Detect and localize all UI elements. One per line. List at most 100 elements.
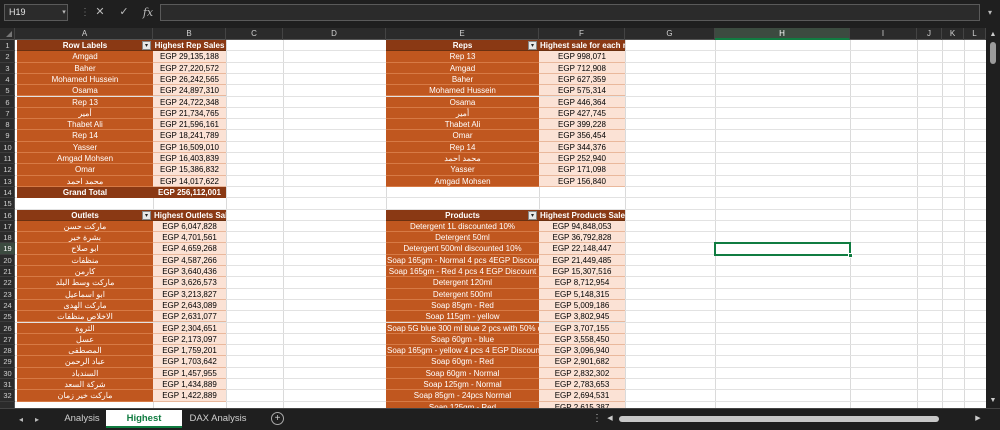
row-header-2[interactable]: 2 — [0, 51, 15, 63]
select-all-button[interactable] — [0, 28, 15, 40]
column-header-h[interactable]: H — [715, 28, 850, 40]
column-header-l[interactable]: L — [964, 28, 986, 40]
enter-icon[interactable]: ✓ — [116, 4, 132, 21]
pivot-row-value: EGP 14,017,622 — [153, 175, 226, 187]
row-header-4[interactable]: 4 — [0, 74, 15, 86]
column-headers: ABCDEFGHIJKL — [0, 28, 1000, 40]
filter-dropdown-icon[interactable]: ▾ — [142, 210, 151, 220]
column-header-b[interactable]: B — [153, 28, 226, 40]
pivot-header-label: Row Labels — [17, 40, 153, 52]
column-header-k[interactable]: K — [942, 28, 964, 40]
column-header-d[interactable]: D — [283, 28, 386, 40]
pivot-row-label: Soap 115gm - yellow — [386, 311, 539, 323]
row-header-18[interactable]: 18 — [0, 232, 15, 244]
filter-dropdown-icon[interactable]: ▾ — [142, 41, 151, 50]
row-headers: 1 2 3 4 5 6 7 8 9 10 11 12 13 14 15 16 17 18 19 20 21 22 23 24 2… — [0, 40, 15, 408]
pivot-row-label: Soap 60gm - Normal — [386, 367, 539, 379]
row-header-25[interactable]: 25 — [0, 311, 15, 323]
formula-bar: H19 ▾ ⋮ ✕ ✓ fx ▾ — [0, 0, 1000, 26]
pivot-row-label: المصطفى — [17, 345, 153, 357]
row-header-28[interactable]: 28 — [0, 345, 15, 357]
pivot-header-value: Highest Outlets Sales — [153, 209, 226, 221]
vertical-scroll-thumb[interactable] — [990, 42, 996, 64]
horizontal-scroll-thumb[interactable] — [619, 416, 939, 422]
row-header-31[interactable]: 31 — [0, 379, 15, 391]
pivot-row-value: EGP 446,364 — [539, 96, 625, 108]
add-sheet-icon[interactable]: + — [271, 412, 284, 425]
filter-dropdown-icon[interactable]: ▾ — [528, 41, 537, 50]
expand-formula-bar-icon[interactable]: ▾ — [983, 4, 997, 21]
more-tabs-icon[interactable]: ⋮ — [592, 411, 602, 427]
formula-input[interactable] — [160, 4, 980, 21]
row-header-20[interactable]: 20 — [0, 255, 15, 266]
pivot-row-label: Soap 165gm - yellow 4 pcs 4 EGP Discount — [386, 345, 539, 357]
column-header-g[interactable]: G — [625, 28, 715, 40]
selected-cell[interactable] — [714, 242, 853, 258]
row-header-9[interactable]: 9 — [0, 130, 15, 142]
row-header-24[interactable]: 24 — [0, 300, 15, 312]
pivot-row-label: شركة السعد — [17, 379, 153, 391]
scroll-right-icon[interactable]: ▶ — [973, 413, 983, 425]
column-header-j[interactable]: J — [917, 28, 942, 40]
row-header-15[interactable]: 15 — [0, 198, 15, 210]
pivot-row-label: Detergent 120ml — [386, 277, 539, 289]
row-header-7[interactable]: 7 — [0, 108, 15, 120]
row-header-27[interactable]: 27 — [0, 334, 15, 346]
scroll-left-icon[interactable]: ◀ — [605, 413, 615, 425]
row-header-3[interactable]: 3 — [0, 63, 15, 74]
pivot-row-value: EGP 627,359 — [539, 73, 625, 86]
horizontal-scrollbar[interactable]: ◀ ▶ — [605, 413, 985, 425]
worksheet-grid[interactable]: Row Labels ▾ Highest Rep Sales Amgad EGP 29,… — [15, 40, 986, 408]
pivot-row-label: Thabet Ali — [386, 119, 539, 131]
row-header-6[interactable]: 6 — [0, 97, 15, 108]
pivot-row-value: EGP 21,449,485 — [539, 254, 625, 266]
prev-sheet-icon[interactable]: ◂ — [14, 413, 28, 427]
tab-dax-analysis[interactable]: DAX Analysis — [186, 410, 250, 428]
column-header-a[interactable]: A — [17, 28, 153, 40]
more-options-icon[interactable]: ⋮ — [80, 6, 90, 19]
vertical-scrollbar[interactable]: ▲ ▼ — [986, 28, 1000, 408]
row-header-19[interactable]: 19 — [0, 243, 15, 255]
pivot-row-label: Soap 60gm - blue — [386, 333, 539, 346]
pivot-header-label: Reps — [386, 40, 539, 52]
next-sheet-icon[interactable]: ▸ — [30, 413, 44, 427]
chevron-down-icon[interactable]: ▾ — [60, 4, 68, 21]
column-header-i[interactable]: I — [850, 28, 917, 40]
row-header-32[interactable]: 32 — [0, 390, 15, 402]
scroll-up-icon[interactable]: ▲ — [988, 30, 998, 40]
scroll-down-icon[interactable]: ▼ — [988, 396, 998, 406]
pivot-row-label: Osama — [386, 96, 539, 108]
column-header-c[interactable]: C — [226, 28, 283, 40]
fill-handle[interactable] — [848, 252, 853, 258]
row-header-1[interactable]: 1 — [0, 40, 15, 52]
pivot-row-value: EGP 8,712,954 — [539, 277, 625, 289]
pivot-row-label: Yasser — [17, 141, 153, 153]
column-header-e[interactable]: E — [386, 28, 539, 40]
row-header-14[interactable]: 14 — [0, 187, 15, 199]
row-header-23[interactable]: 23 — [0, 289, 15, 300]
row-header-22[interactable]: 22 — [0, 277, 15, 289]
row-header-10[interactable]: 10 — [0, 142, 15, 153]
filter-dropdown-icon[interactable]: ▾ — [528, 210, 537, 220]
row-header-30[interactable]: 30 — [0, 368, 15, 379]
row-header-11[interactable]: 11 — [0, 153, 15, 165]
cancel-icon[interactable]: ✕ — [92, 4, 108, 21]
row-header-13[interactable]: 13 — [0, 176, 15, 187]
tab-analysis[interactable]: Analysis — [60, 410, 104, 428]
insert-function-icon[interactable]: fx — [140, 4, 156, 21]
row-header-8[interactable]: 8 — [0, 119, 15, 131]
row-header-12[interactable]: 12 — [0, 164, 15, 176]
row-header-5[interactable]: 5 — [0, 85, 15, 97]
pivot-row-label: Soap 165gm - Normal 4 pcs 4EGP Discount — [386, 254, 539, 266]
column-header-f[interactable]: F — [539, 28, 625, 40]
tab-highest-analysis[interactable]: Highest Analysis — [106, 410, 182, 428]
row-header-21[interactable]: 21 — [0, 266, 15, 278]
row-header-26[interactable]: 26 — [0, 323, 15, 334]
row-header-29[interactable]: 29 — [0, 356, 15, 368]
name-box[interactable]: H19 — [4, 4, 68, 21]
pivot-row-label: Amgad Mohsen — [17, 153, 153, 165]
pivot-row-label: أمير — [17, 107, 153, 120]
pivot-row-label: كارمن — [17, 266, 153, 278]
row-header-17[interactable]: 17 — [0, 221, 15, 233]
row-header-16[interactable]: 16 — [0, 210, 15, 221]
